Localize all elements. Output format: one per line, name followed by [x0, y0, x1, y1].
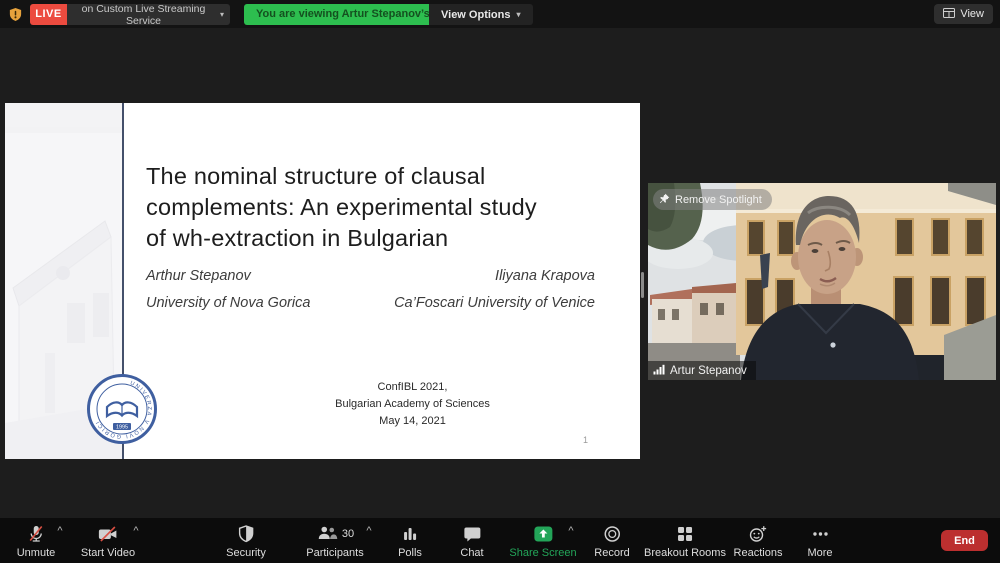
breakout-rooms-label: Breakout Rooms [644, 547, 726, 559]
remove-spotlight-button[interactable]: Remove Spotlight [653, 189, 772, 210]
share-screen-button[interactable]: Share Screen [509, 524, 576, 559]
thumbnail-scroll-handle[interactable] [641, 272, 644, 298]
participant-name-label: Artur Stepanov [670, 365, 747, 377]
shared-screen-slide: The nominal structure of clausal complem… [5, 103, 640, 459]
unmute-options-chevron[interactable]: ^ [57, 526, 62, 537]
security-label: Security [226, 547, 266, 559]
participants-label: Participants [306, 547, 363, 559]
conference-line: ConfIBL 2021, [300, 379, 525, 396]
start-video-label: Start Video [81, 547, 135, 559]
author-right: Iliyana Krapova Ca’Foscari University of… [394, 263, 595, 317]
chat-button[interactable]: Chat [460, 524, 483, 559]
author-affiliation: Ca’Foscari University of Venice [394, 290, 595, 317]
ellipsis-icon [810, 524, 830, 544]
slide-title-line: complements: An experimental study [146, 192, 616, 223]
participants-icon [316, 523, 338, 546]
author-name: Iliyana Krapova [394, 263, 595, 290]
pin-icon [659, 193, 670, 207]
chat-label: Chat [460, 547, 483, 559]
participants-options-chevron[interactable]: ^ [366, 526, 371, 537]
conference-info: ConfIBL 2021, Bulgarian Academy of Scien… [300, 379, 525, 430]
video-feed-image [648, 183, 996, 380]
reactions-button[interactable]: Reactions [734, 524, 783, 559]
reactions-label: Reactions [734, 547, 783, 559]
caret-down-icon: ▾ [516, 11, 520, 19]
author-left: Arthur Stepanov University of Nova Goric… [146, 263, 310, 317]
meeting-toolbar: Unmute ^ Start Video ^ Security [0, 518, 1000, 563]
view-grid-icon [943, 8, 955, 21]
share-screen-icon [532, 524, 554, 544]
remove-spotlight-label: Remove Spotlight [675, 194, 762, 206]
more-label: More [807, 547, 832, 559]
view-button[interactable]: View [934, 4, 993, 24]
video-tile-artur-stepanov[interactable]: Remove Spotlight Artur Stepanov [648, 183, 996, 380]
university-of-nova-gorica-seal: UNIVERZA V NOVI GORICI 1995 [86, 373, 158, 445]
security-button[interactable]: Security [226, 524, 266, 559]
speech-bubble-icon [462, 524, 482, 544]
zoom-meeting-window: LIVE on Custom Live Streaming Service ▾ … [0, 0, 1000, 563]
end-button[interactable]: End [941, 530, 988, 551]
slide-page-number: 1 [583, 435, 588, 445]
view-options-button[interactable]: View Options ▾ [429, 4, 533, 25]
shield-icon [236, 524, 256, 544]
breakout-grid-icon [675, 524, 695, 544]
view-label: View [960, 8, 984, 20]
unmute-label: Unmute [17, 547, 56, 559]
streaming-alert-icon[interactable] [8, 7, 23, 22]
conference-line: Bulgarian Academy of Sciences [300, 396, 525, 413]
breakout-rooms-button[interactable]: Breakout Rooms [644, 524, 726, 559]
smiley-plus-icon [748, 524, 768, 544]
more-button[interactable]: More [807, 524, 832, 559]
unmute-button[interactable]: Unmute [17, 524, 56, 559]
logo-year-text: 1995 [116, 424, 128, 430]
record-label: Record [594, 547, 629, 559]
bar-chart-icon [401, 524, 419, 544]
participants-button[interactable]: 30 Participants [306, 524, 363, 559]
author-affiliation: University of Nova Gorica [146, 290, 310, 317]
record-button[interactable]: Record [594, 524, 629, 559]
polls-label: Polls [398, 547, 422, 559]
start-video-button[interactable]: Start Video [81, 524, 135, 559]
conference-line: May 14, 2021 [300, 413, 525, 430]
camera-off-icon [97, 524, 119, 544]
polls-button[interactable]: Polls [398, 524, 422, 559]
view-options-label: View Options [441, 9, 510, 21]
top-bar: LIVE on Custom Live Streaming Service ▾ … [0, 0, 1000, 28]
slide-title-line: The nominal structure of clausal [146, 161, 616, 192]
audio-level-icon [653, 364, 665, 378]
live-badge: LIVE [30, 4, 67, 25]
author-name: Arthur Stepanov [146, 263, 310, 290]
share-screen-options-chevron[interactable]: ^ [568, 526, 573, 537]
start-video-options-chevron[interactable]: ^ [133, 526, 138, 537]
stream-service-label: on Custom Live Streaming Service [73, 3, 214, 27]
participant-name-tag: Artur Stepanov [648, 361, 756, 380]
share-screen-label: Share Screen [509, 547, 576, 559]
slide-title-line: of wh-extraction in Bulgarian [146, 223, 616, 254]
microphone-muted-icon [26, 524, 46, 544]
slide-title: The nominal structure of clausal complem… [146, 161, 616, 254]
participants-count: 30 [342, 528, 354, 540]
record-circle-icon [602, 524, 622, 544]
live-stream-service-dropdown[interactable]: on Custom Live Streaming Service ▾ [67, 4, 230, 25]
caret-down-icon: ▾ [220, 11, 224, 19]
